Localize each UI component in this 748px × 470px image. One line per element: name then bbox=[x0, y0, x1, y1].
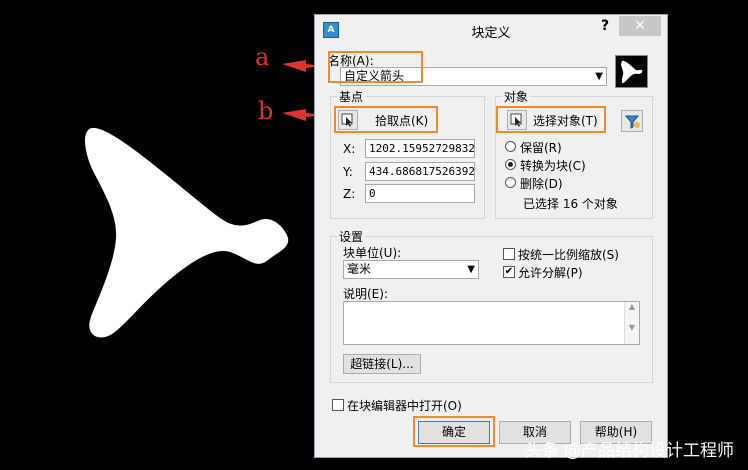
base-point-title: 基点 bbox=[337, 88, 366, 105]
y-label: Y: bbox=[343, 165, 353, 179]
delete-label: 删除(D) bbox=[520, 177, 563, 191]
selection-status: 已选择 16 个对象 bbox=[523, 197, 618, 211]
highlight-d bbox=[413, 416, 495, 447]
scroll-up-icon[interactable]: ▲ bbox=[625, 302, 639, 311]
open-in-editor-checkbox[interactable] bbox=[332, 399, 344, 411]
x-field[interactable]: 1202.159527298329 bbox=[365, 139, 475, 158]
radio-delete[interactable] bbox=[505, 177, 516, 188]
uniform-scale-label: 按统一比例缩放(S) bbox=[518, 248, 619, 262]
title-bar: A 块定义 ? ✕ bbox=[315, 15, 667, 45]
convert-to-block-label: 转换为块(C) bbox=[520, 159, 586, 173]
radio-convert-to-block[interactable] bbox=[505, 159, 516, 170]
watermark: 头条 @产品结构设计工程师 bbox=[524, 441, 734, 461]
highlight-c bbox=[496, 106, 606, 133]
highlight-a bbox=[328, 51, 423, 83]
dialog-title: 块定义 bbox=[471, 26, 511, 41]
help-icon[interactable]: ? bbox=[598, 18, 612, 36]
allow-explode-checkbox[interactable]: ✔ bbox=[503, 266, 515, 278]
retain-label: 保留(R) bbox=[520, 141, 562, 155]
scroll-down-icon[interactable]: ▼ bbox=[625, 323, 639, 332]
z-field[interactable]: 0 bbox=[365, 184, 475, 203]
block-preview bbox=[615, 55, 648, 88]
block-definition-dialog: A 块定义 ? ✕ 名称(A): 自定义箭头 ▼ 基点 拾取点(K) X: 12… bbox=[314, 14, 668, 458]
quick-select-button[interactable] bbox=[621, 110, 643, 132]
description-scrollbar[interactable]: ▲ ▼ bbox=[624, 302, 639, 344]
chevron-down-icon: ▼ bbox=[467, 264, 475, 275]
arrow-preview-icon bbox=[621, 60, 643, 83]
description-textarea[interactable]: ▲ ▼ bbox=[343, 301, 640, 345]
highlight-b bbox=[334, 106, 438, 133]
z-label: Z: bbox=[343, 187, 356, 201]
radio-retain[interactable] bbox=[505, 141, 516, 152]
filter-icon bbox=[624, 115, 640, 129]
open-in-editor-label: 在块编辑器中打开(O) bbox=[347, 399, 462, 413]
allow-explode-label: 允许分解(P) bbox=[518, 266, 583, 280]
description-label: 说明(E): bbox=[343, 287, 388, 301]
x-label: X: bbox=[343, 142, 356, 156]
y-field[interactable]: 434.6868175263925 bbox=[365, 162, 475, 181]
unit-select[interactable]: 毫米 ▼ bbox=[343, 260, 479, 279]
object-title: 对象 bbox=[502, 88, 531, 105]
settings-title: 设置 bbox=[337, 228, 366, 245]
unit-label: 块单位(U): bbox=[343, 246, 402, 260]
unit-value: 毫米 bbox=[347, 262, 372, 276]
chevron-down-icon: ▼ bbox=[595, 71, 603, 82]
hyperlink-button[interactable]: 超链接(L)... bbox=[343, 354, 421, 374]
close-button[interactable]: ✕ bbox=[619, 16, 661, 36]
uniform-scale-checkbox[interactable] bbox=[503, 248, 515, 260]
